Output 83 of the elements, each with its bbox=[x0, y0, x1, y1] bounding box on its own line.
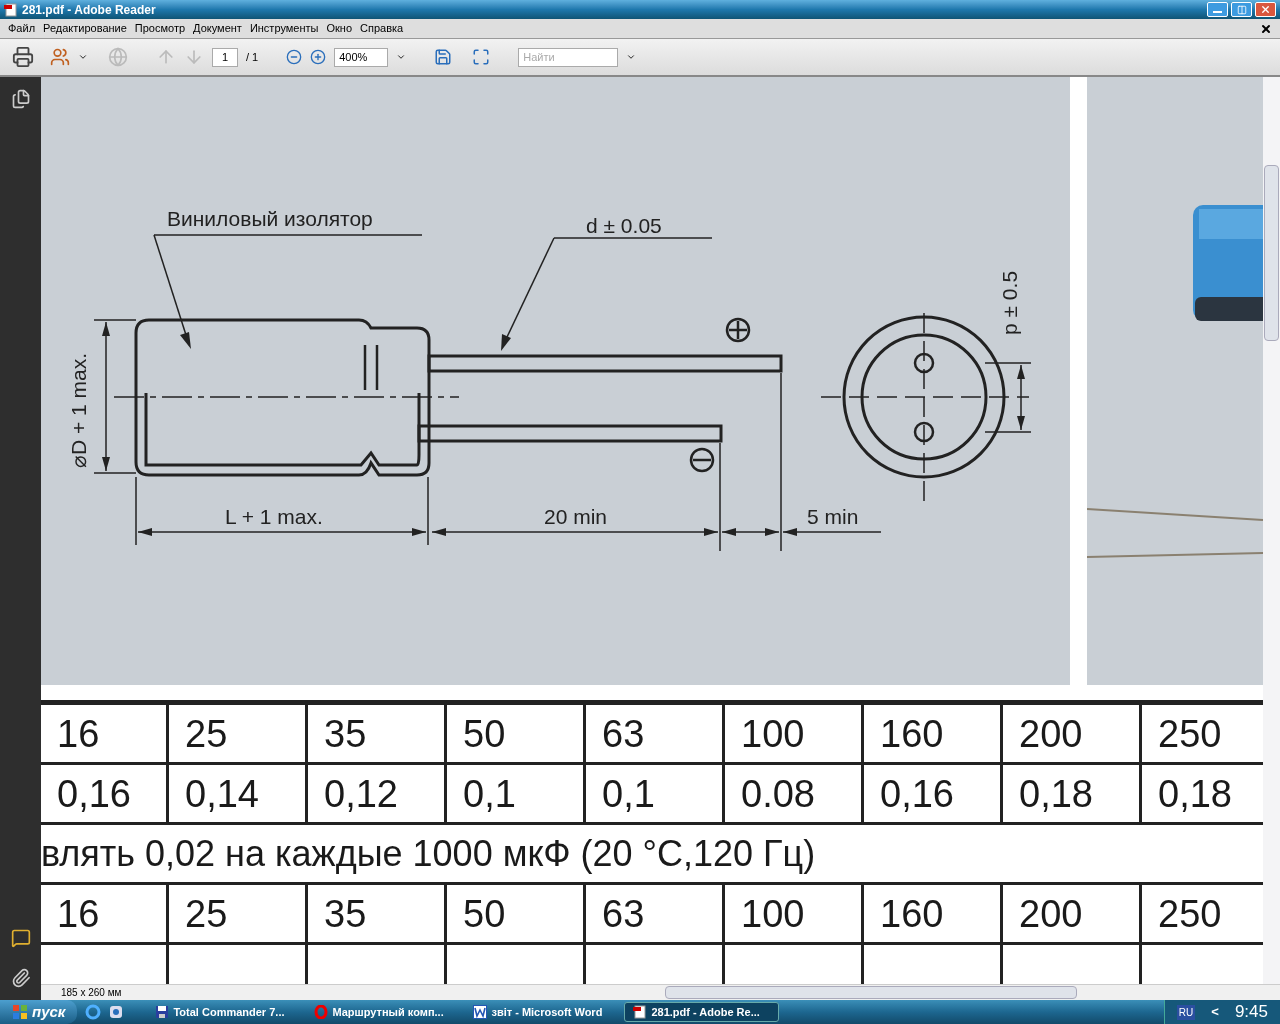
body-length-label: L + 1 max. bbox=[225, 505, 323, 528]
opera-icon bbox=[314, 1005, 329, 1019]
taskbar-button[interactable]: 281.pdf - Adobe Re... bbox=[624, 1002, 780, 1022]
menu-item[interactable]: Окно bbox=[322, 20, 357, 37]
window-title: 281.pdf - Adobe Reader bbox=[22, 1, 156, 19]
menu-item[interactable]: Справка bbox=[356, 20, 408, 37]
fit-page-icon[interactable] bbox=[472, 48, 491, 66]
table-cell: 35 bbox=[308, 885, 447, 943]
page-number-field[interactable]: 1 bbox=[212, 47, 238, 67]
table-cell: 0,18 bbox=[1003, 765, 1142, 823]
page-total: / 1 bbox=[246, 49, 259, 65]
table-cell: 0,1 bbox=[447, 765, 586, 823]
table-cell: 0,1 bbox=[586, 765, 725, 823]
table-cell: 100 bbox=[725, 705, 864, 763]
scroll-thumb[interactable] bbox=[1264, 165, 1279, 341]
table-cell: 0,16 bbox=[864, 765, 1003, 823]
plus-sign-icon bbox=[725, 317, 751, 343]
table-cell: 0.08 bbox=[725, 765, 864, 823]
language-indicator[interactable]: RU bbox=[1176, 1004, 1196, 1020]
close-button[interactable] bbox=[1255, 2, 1276, 17]
table-cell: 50 bbox=[447, 705, 586, 763]
zoom-out-icon[interactable] bbox=[286, 49, 303, 65]
dimension-arrow bbox=[1017, 364, 1025, 431]
insulator-label: Виниловый изолятор bbox=[167, 207, 373, 230]
table-cell: 25 bbox=[169, 885, 308, 943]
table-note: влять 0,02 на каждые 1000 мкФ (20 °C,120 Гц) bbox=[41, 833, 816, 874]
start-button[interactable]: пуск bbox=[0, 1000, 78, 1024]
vertical-scrollbar[interactable] bbox=[1263, 77, 1280, 984]
diameter-label: ⌀D + 1 max. bbox=[67, 352, 90, 468]
table-cell: 200 bbox=[1003, 705, 1142, 763]
dimension-arrow bbox=[721, 528, 780, 536]
page-size-label: 185 x 260 мм bbox=[60, 986, 123, 1000]
dropdown-icon[interactable] bbox=[626, 52, 637, 62]
dropdown-icon[interactable] bbox=[396, 52, 407, 62]
table-cell: 16 bbox=[41, 885, 169, 943]
menu-item[interactable]: Документ bbox=[189, 20, 246, 37]
app-shortcut-icon[interactable] bbox=[109, 1005, 124, 1019]
menu-item[interactable]: Файл bbox=[4, 20, 40, 37]
table-cell: 200 bbox=[1003, 885, 1142, 943]
clock: 9:45 bbox=[1234, 1001, 1268, 1024]
zoom-field[interactable]: 400% bbox=[334, 47, 389, 67]
table-cell: 0,14 bbox=[169, 765, 308, 823]
lead-length-label: 20 min bbox=[544, 505, 608, 528]
restore-icon bbox=[1236, 4, 1247, 15]
taskbar-button[interactable]: звіт - Microsoft Word bbox=[465, 1002, 621, 1022]
windows-logo-icon bbox=[12, 1004, 28, 1020]
table-cell: 160 bbox=[864, 885, 1003, 943]
word-icon bbox=[473, 1005, 488, 1019]
close-document-icon[interactable] bbox=[1260, 22, 1272, 35]
attachment-icon[interactable] bbox=[10, 968, 31, 988]
pages-icon[interactable] bbox=[10, 89, 31, 109]
zoom-in-icon[interactable] bbox=[310, 49, 327, 65]
collaborate-icon[interactable] bbox=[50, 47, 70, 67]
table-cell: 16 bbox=[41, 705, 169, 763]
minimize-button[interactable] bbox=[1207, 2, 1228, 17]
minus-sign-icon bbox=[689, 447, 715, 473]
table-cell: 0,16 bbox=[41, 765, 169, 823]
pitch-label: p ± 0.5 bbox=[998, 270, 1021, 335]
table-cell: 0,12 bbox=[308, 765, 447, 823]
lead-diameter-label: d ± 0.05 bbox=[586, 214, 662, 237]
show-hidden-icons-toggle[interactable]: < bbox=[1211, 1002, 1219, 1022]
table-cell: 50 bbox=[447, 885, 586, 943]
taskbar-button[interactable]: Total Commander 7... bbox=[147, 1002, 303, 1022]
table-cell: 25 bbox=[169, 705, 308, 763]
taskbar-button[interactable]: Маршрутный комп... bbox=[306, 1002, 462, 1022]
dropdown-icon[interactable] bbox=[78, 52, 88, 62]
table-cell: 160 bbox=[864, 705, 1003, 763]
gap-label: 5 min bbox=[807, 505, 859, 528]
menu-item[interactable]: Редактирование bbox=[39, 20, 131, 37]
pdf-icon bbox=[633, 1005, 648, 1019]
app-icon bbox=[4, 2, 18, 17]
print-icon[interactable] bbox=[12, 46, 34, 68]
table-cell: 63 bbox=[586, 705, 725, 763]
table-cell: 100 bbox=[725, 885, 864, 943]
close-icon bbox=[1260, 4, 1271, 15]
comments-icon[interactable] bbox=[10, 928, 31, 948]
table-cell: 63 bbox=[586, 885, 725, 943]
restore-button[interactable] bbox=[1231, 2, 1252, 17]
menu-item[interactable]: Просмотр bbox=[130, 20, 190, 37]
scroll-thumb[interactable] bbox=[665, 986, 1077, 999]
menu-item[interactable]: Инструменты bbox=[245, 20, 323, 37]
table-cell: 35 bbox=[308, 705, 447, 763]
search-field[interactable]: Найти bbox=[518, 47, 619, 67]
